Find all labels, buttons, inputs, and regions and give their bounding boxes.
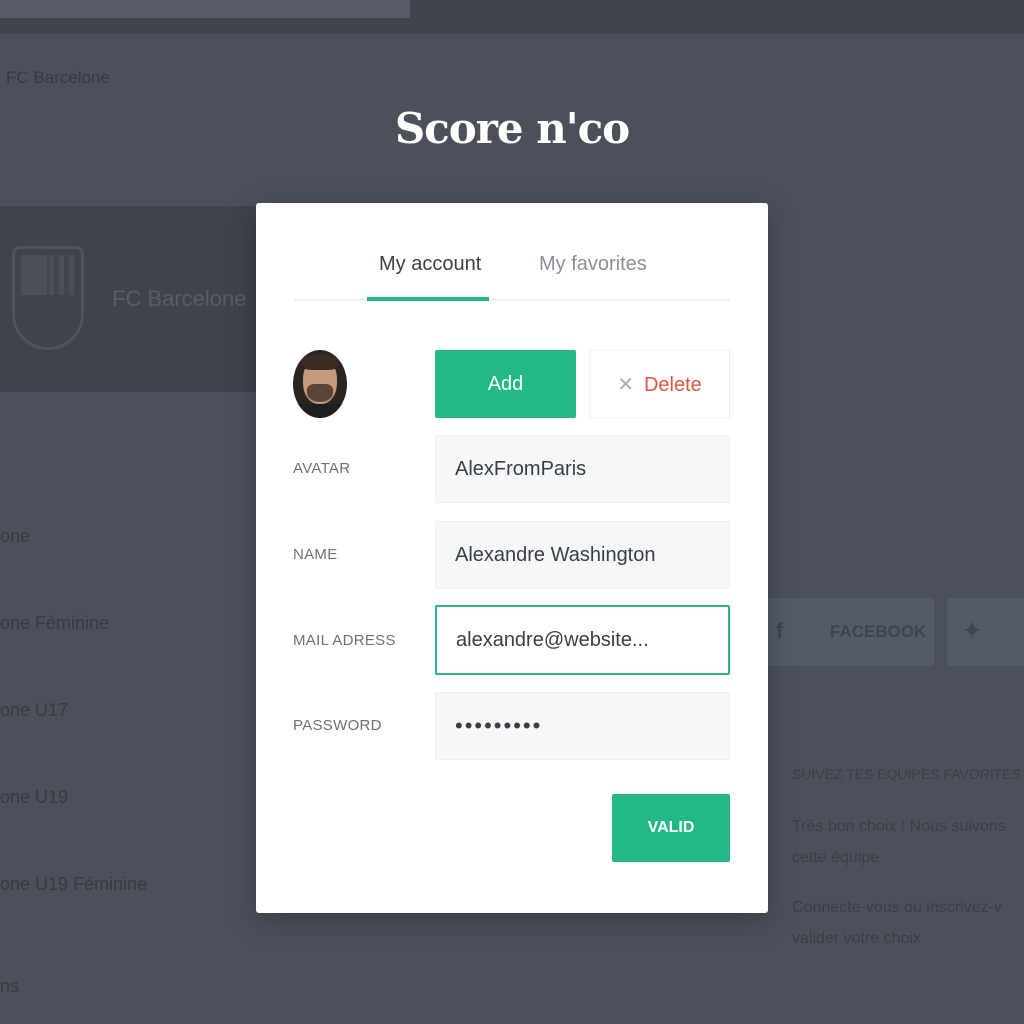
- password-field-label: PASSWORD: [293, 717, 382, 734]
- twitter-icon: ✦: [963, 618, 982, 643]
- tab-bar: My account My favorites: [294, 245, 730, 301]
- name-field-label: NAME: [293, 546, 338, 563]
- side-text: cette équipe: [792, 849, 880, 866]
- avatar: [293, 350, 347, 418]
- team-list-item: one U17: [0, 700, 69, 720]
- facebook-label: FACEBOOK: [830, 622, 927, 641]
- delete-avatar-button[interactable]: ✕ Delete: [589, 350, 730, 418]
- delete-label: Delete: [643, 373, 702, 396]
- team-list-item: one: [0, 526, 31, 546]
- breadcrumb: FC Barcelone: [6, 68, 110, 87]
- team-list-item: ns: [0, 976, 20, 996]
- top-bar-segment: [0, 0, 410, 18]
- email-input[interactable]: [435, 605, 730, 675]
- add-avatar-button[interactable]: Add: [435, 350, 576, 418]
- avatar-shoulders: [293, 404, 347, 418]
- app-title: Score n'co: [394, 104, 630, 153]
- avatar-input[interactable]: [435, 435, 730, 503]
- team-list-item: one U19 Féminine: [0, 874, 148, 894]
- team-name: FC Barcelone: [112, 286, 247, 311]
- avatar-field-label: AVATAR: [293, 460, 351, 477]
- top-bar: [0, 0, 1024, 34]
- valid-button[interactable]: VALID: [612, 794, 730, 862]
- side-heading: SUIVEZ TES EQUIPES FAVORITES: [792, 766, 1021, 782]
- facebook-icon: f: [776, 618, 784, 643]
- side-text: valider votre choix: [792, 930, 921, 947]
- avatar-beard: [307, 384, 333, 402]
- account-modal: My account My favorites Add ✕ Delete AVAT…: [256, 203, 768, 913]
- twitter-button: ✦: [947, 598, 1024, 666]
- name-input[interactable]: [435, 521, 730, 589]
- side-text: Connecte-vous ou inscrivez-v: [792, 899, 1002, 916]
- password-input[interactable]: [435, 692, 730, 760]
- tab-my-account[interactable]: My account: [379, 253, 481, 276]
- club-crest-icon: [12, 246, 84, 350]
- active-tab-indicator: [367, 297, 489, 301]
- close-icon: ✕: [617, 373, 634, 396]
- side-text: Très bon choix ! Nous suivons: [792, 818, 1006, 835]
- mail-field-label: MAIL ADRESS: [293, 632, 396, 649]
- team-list-item: one Féminine: [0, 613, 110, 633]
- team-list-item: one U19: [0, 787, 69, 807]
- avatar-hair: [301, 354, 339, 370]
- tab-my-favorites[interactable]: My favorites: [539, 253, 647, 276]
- facebook-button: f FACEBOOK: [768, 598, 934, 666]
